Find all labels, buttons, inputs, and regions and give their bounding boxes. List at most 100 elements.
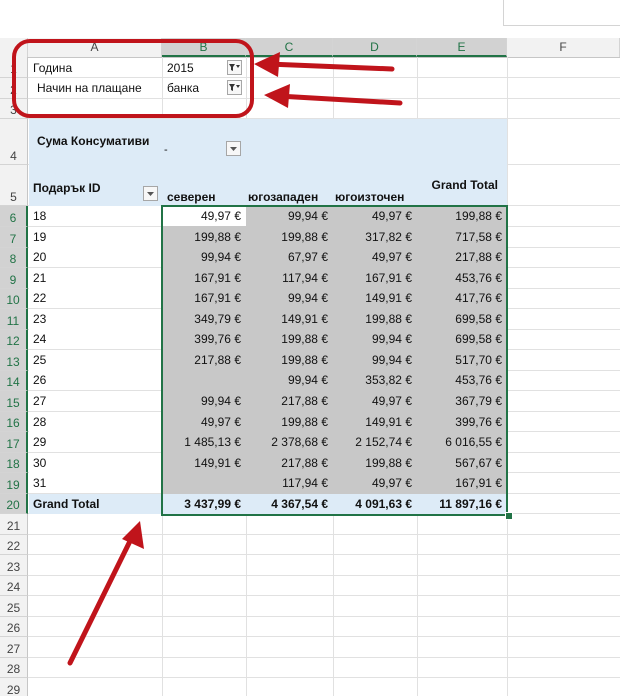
column-header[interactable]: E xyxy=(417,38,507,57)
row-header[interactable]: 24 xyxy=(0,576,28,596)
value-cell[interactable]: 199,88 € xyxy=(246,227,333,247)
value-cell[interactable]: 349,79 € xyxy=(162,309,246,329)
row-label[interactable]: 31 xyxy=(29,473,162,493)
row-total-cell[interactable]: 6 016,55 € xyxy=(417,432,507,452)
row-total-cell[interactable]: 453,76 € xyxy=(417,268,507,288)
value-cell[interactable]: 49,97 € xyxy=(333,391,417,411)
value-cell[interactable]: 149,91 € xyxy=(162,453,246,473)
filter-value-payment[interactable]: банка xyxy=(163,79,225,98)
value-cell[interactable]: 167,91 € xyxy=(162,268,246,288)
row-header[interactable]: 1 xyxy=(0,57,28,78)
row-header[interactable]: 26 xyxy=(0,617,28,637)
row-header[interactable]: 16 xyxy=(0,412,28,432)
value-cell[interactable]: 317,82 € xyxy=(333,227,417,247)
value-cell[interactable]: 217,88 € xyxy=(246,391,333,411)
row-label[interactable]: 19 xyxy=(29,227,162,247)
row-header[interactable]: 27 xyxy=(0,637,28,658)
value-cell[interactable]: 2 378,68 € xyxy=(246,432,333,452)
value-cell[interactable]: 353,82 € xyxy=(333,370,417,390)
row-total-cell[interactable]: 167,91 € xyxy=(417,473,507,493)
value-cell[interactable]: 117,94 € xyxy=(246,473,333,493)
row-header[interactable]: 11 xyxy=(0,309,28,330)
value-cell[interactable]: 199,88 € xyxy=(246,329,333,349)
column-header[interactable]: F xyxy=(507,38,620,57)
row-total-cell[interactable]: 399,76 € xyxy=(417,412,507,432)
row-label[interactable]: 18 xyxy=(29,206,162,226)
row-header[interactable]: 3 xyxy=(0,99,28,119)
value-cell[interactable]: 199,88 € xyxy=(333,309,417,329)
row-label[interactable]: 20 xyxy=(29,247,162,267)
row-header[interactable]: 2 xyxy=(0,78,28,99)
row-header[interactable]: 29 xyxy=(0,678,28,696)
filter-funnel-icon[interactable] xyxy=(227,60,242,75)
value-cell[interactable]: 99,94 € xyxy=(333,329,417,349)
value-cell[interactable]: 49,97 € xyxy=(333,247,417,267)
value-cell[interactable]: 117,94 € xyxy=(246,268,333,288)
row-label[interactable]: 25 xyxy=(29,350,162,370)
row-header[interactable]: 28 xyxy=(0,658,28,678)
value-cell[interactable]: 99,94 € xyxy=(162,391,246,411)
value-cell[interactable]: 2 152,74 € xyxy=(333,432,417,452)
grand-total-southwest[interactable]: 4 367,54 € xyxy=(246,494,333,514)
row-total-cell[interactable]: 517,70 € xyxy=(417,350,507,370)
row-header[interactable]: 20 xyxy=(0,494,28,514)
value-cell[interactable]: 49,97 € xyxy=(162,412,246,432)
row-label[interactable]: 30 xyxy=(29,453,162,473)
value-cell[interactable] xyxy=(162,473,246,493)
row-header[interactable]: 18 xyxy=(0,453,28,473)
filter-funnel-icon[interactable] xyxy=(227,80,242,95)
grand-total-southeast[interactable]: 4 091,63 € xyxy=(333,494,417,514)
row-header[interactable]: 14 xyxy=(0,371,28,391)
row-header[interactable]: 9 xyxy=(0,268,28,289)
row-header[interactable]: 23 xyxy=(0,555,28,576)
row-total-cell[interactable]: 199,88 € xyxy=(417,206,507,226)
row-total-cell[interactable]: 567,67 € xyxy=(417,453,507,473)
value-cell[interactable]: 99,94 € xyxy=(333,350,417,370)
row-total-cell[interactable]: 217,88 € xyxy=(417,247,507,267)
select-all-corner[interactable] xyxy=(0,38,28,57)
row-header[interactable]: 19 xyxy=(0,473,28,494)
column-header[interactable]: D xyxy=(333,38,417,57)
value-cell[interactable]: 99,94 € xyxy=(246,370,333,390)
row-header[interactable]: 8 xyxy=(0,248,28,268)
row-header[interactable]: 17 xyxy=(0,432,28,453)
value-cell[interactable]: 167,91 € xyxy=(333,268,417,288)
column-header[interactable]: B xyxy=(162,38,246,57)
value-cell[interactable]: 49,97 € xyxy=(333,206,417,226)
value-cell[interactable]: 149,91 € xyxy=(246,309,333,329)
value-cell[interactable]: 199,88 € xyxy=(246,350,333,370)
row-label[interactable]: 29 xyxy=(29,432,162,452)
value-cell[interactable]: 49,97 € xyxy=(333,473,417,493)
row-label[interactable]: 28 xyxy=(29,412,162,432)
value-cell[interactable]: 1 485,13 € xyxy=(162,432,246,452)
row-header[interactable]: 12 xyxy=(0,330,28,350)
value-cell[interactable]: 217,88 € xyxy=(246,453,333,473)
row-total-cell[interactable]: 699,58 € xyxy=(417,329,507,349)
value-cell[interactable]: 199,88 € xyxy=(246,412,333,432)
value-cell[interactable]: 217,88 € xyxy=(162,350,246,370)
value-cell[interactable]: 99,94 € xyxy=(246,206,333,226)
row-label[interactable]: 22 xyxy=(29,288,162,308)
value-cell[interactable]: 149,91 € xyxy=(333,412,417,432)
row-total-cell[interactable]: 367,79 € xyxy=(417,391,507,411)
value-cell[interactable]: 199,88 € xyxy=(333,453,417,473)
fill-handle[interactable] xyxy=(505,512,513,520)
grand-total-overall[interactable]: 11 897,16 € xyxy=(417,494,507,514)
row-total-cell[interactable]: 699,58 € xyxy=(417,309,507,329)
row-header[interactable]: 25 xyxy=(0,596,28,617)
value-cell[interactable]: 67,97 € xyxy=(246,247,333,267)
row-label[interactable]: 21 xyxy=(29,268,162,288)
row-header[interactable]: 15 xyxy=(0,391,28,412)
value-cell[interactable]: 49,97 € xyxy=(162,206,246,226)
value-cell[interactable]: 149,91 € xyxy=(333,288,417,308)
row-header[interactable]: 5 xyxy=(0,165,28,206)
row-label[interactable]: 23 xyxy=(29,309,162,329)
value-cell[interactable]: 99,94 € xyxy=(162,247,246,267)
row-label[interactable]: 26 xyxy=(29,370,162,390)
row-header[interactable]: 22 xyxy=(0,535,28,555)
row-total-cell[interactable]: 417,76 € xyxy=(417,288,507,308)
grand-total-north[interactable]: 3 437,99 € xyxy=(162,494,246,514)
row-label[interactable]: 27 xyxy=(29,391,162,411)
row-header[interactable]: 13 xyxy=(0,350,28,371)
row-total-cell[interactable]: 453,76 € xyxy=(417,370,507,390)
